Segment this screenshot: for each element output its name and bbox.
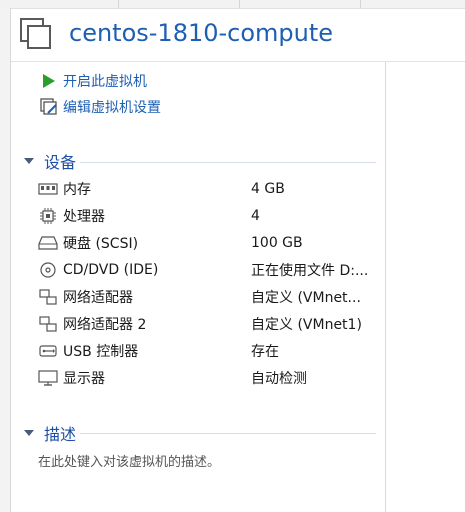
device-row-memory[interactable]: 内存 4 GB [38, 177, 378, 201]
device-value: 正在使用文件 D:... [251, 263, 369, 279]
right-panel [385, 61, 465, 512]
device-value: 100 GB [251, 235, 303, 251]
power-on-vm-label: 开启此虚拟机 [63, 74, 147, 90]
device-name: CD/DVD (IDE) [63, 262, 159, 278]
device-name: USB 控制器 [63, 344, 139, 360]
tab-stub[interactable] [0, 0, 119, 8]
device-name: 内存 [63, 182, 91, 198]
vm-header: centos-1810-compute [11, 9, 465, 62]
device-row-display[interactable]: 显示器 自动检测 [38, 366, 378, 390]
device-name: 显示器 [63, 371, 105, 387]
virtual-machine-icon [20, 18, 51, 49]
network-adapter-icon [38, 316, 58, 332]
description-section-header: 描述 [22, 422, 76, 444]
monitor-icon [38, 370, 58, 386]
device-name: 处理器 [63, 209, 105, 225]
edit-settings-icon [40, 98, 58, 116]
power-on-vm-link[interactable]: 开启此虚拟机 [40, 71, 147, 91]
device-value: 自动检测 [251, 371, 307, 387]
device-row-network-adapter-2[interactable]: 网络适配器 2 自定义 (VMnet1) [38, 312, 378, 336]
device-row-usb-controller[interactable]: USB 控制器 存在 [38, 339, 378, 363]
section-divider [80, 162, 376, 163]
left-pane-border [0, 8, 11, 512]
device-row-processor[interactable]: 处理器 4 [38, 204, 378, 228]
device-row-network-adapter[interactable]: 网络适配器 自定义 (VMnet... [38, 285, 378, 309]
vm-title: centos-1810-compute [69, 19, 334, 47]
play-icon [40, 72, 58, 90]
device-name: 硬盘 (SCSI) [63, 236, 139, 252]
device-value: 4 GB [251, 181, 285, 197]
tab-stub[interactable] [119, 0, 240, 8]
device-name: 网络适配器 [63, 290, 133, 306]
device-row-cd-dvd[interactable]: CD/DVD (IDE) 正在使用文件 D:... [38, 258, 378, 282]
usb-icon [38, 343, 58, 359]
memory-icon [38, 181, 58, 197]
device-value: 自定义 (VMnet1) [251, 317, 362, 333]
edit-vm-settings-label: 编辑虚拟机设置 [63, 100, 161, 116]
devices-section-header: 设备 [22, 150, 76, 172]
device-value: 自定义 (VMnet... [251, 290, 361, 306]
description-placeholder[interactable]: 在此处键入对该虚拟机的描述。 [38, 451, 220, 470]
network-adapter-icon [38, 289, 58, 305]
device-value: 4 [251, 208, 260, 224]
devices-section-title: 设备 [44, 153, 77, 172]
processor-icon [38, 208, 58, 224]
device-value: 存在 [251, 344, 279, 360]
description-section-title: 描述 [44, 425, 77, 444]
section-divider [80, 433, 376, 434]
edit-vm-settings-link[interactable]: 编辑虚拟机设置 [40, 97, 161, 117]
cd-dvd-icon [38, 262, 58, 278]
tab-stub[interactable] [240, 0, 361, 8]
device-name: 网络适配器 2 [63, 317, 147, 333]
hard-disk-icon [38, 235, 58, 251]
collapse-caret-icon[interactable] [22, 426, 36, 440]
tab-strip [0, 0, 465, 9]
collapse-caret-icon[interactable] [22, 154, 36, 168]
device-row-hard-disk[interactable]: 硬盘 (SCSI) 100 GB [38, 231, 378, 255]
